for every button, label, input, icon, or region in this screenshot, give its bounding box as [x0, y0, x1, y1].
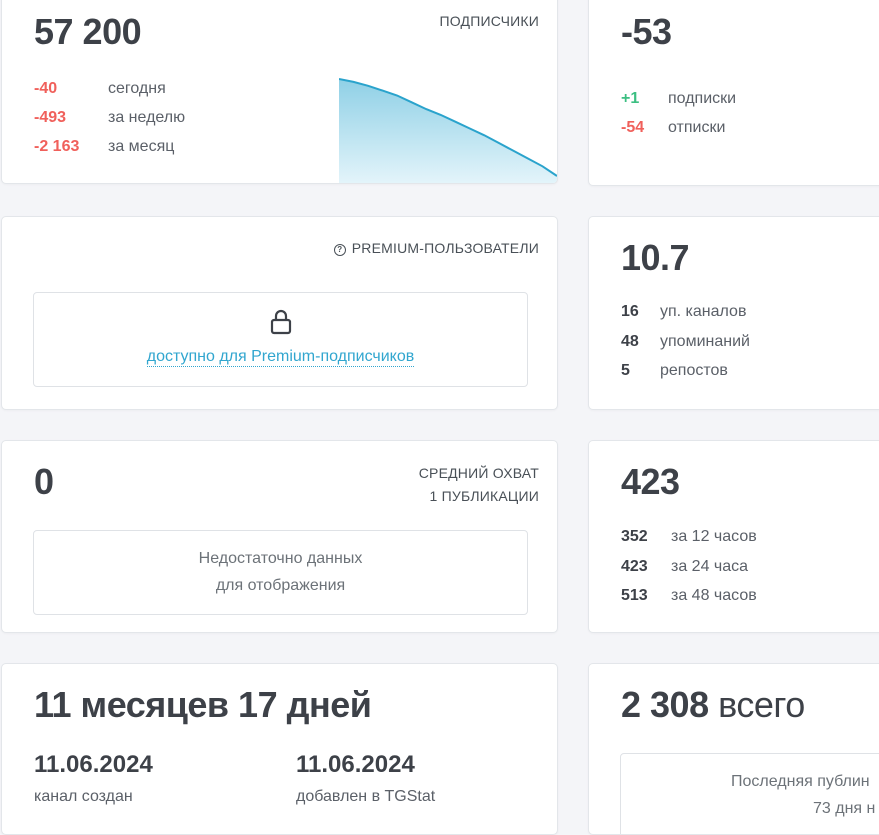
views-period: за 24 часа — [671, 558, 749, 575]
sparkline-area — [339, 79, 557, 183]
premium-label: ? PREMIUM-ПОЛЬЗОВАТЕЛИ — [333, 240, 539, 256]
change-value: -40 — [34, 80, 58, 97]
premium-card: ? PREMIUM-ПОЛЬЗОВАТЕЛИ доступно для Premi… — [1, 216, 558, 410]
average-reach-value: 0 — [34, 461, 54, 502]
post-views-value: 423 — [621, 461, 680, 502]
change-period: сегодня — [108, 80, 166, 97]
change-value: -2 163 — [34, 138, 80, 155]
no-data-line2: для отображения — [215, 577, 346, 594]
citation-row-reposts: 5 репостов — [621, 362, 728, 380]
premium-locked-box: доступно для Premium-подписчиков — [33, 292, 528, 387]
change-period: за месяц — [108, 138, 175, 155]
no-data-line1: Недостаточно данных — [198, 550, 363, 567]
average-reach-card: 0 СРЕДНИЙ ОХВАТ 1 ПУБЛИКАЦИИ Недостаточн… — [1, 440, 558, 633]
citation-index-value: 10.7 — [621, 237, 690, 278]
created-date: 11.06.2024 — [34, 751, 153, 778]
subscriptions-row: +1 подписки — [621, 90, 736, 108]
no-data-box: Недостаточно данных для отображения — [33, 530, 528, 615]
change-period: за неделю — [108, 109, 186, 126]
views-row-48h: 513 за 48 часов — [621, 587, 757, 605]
views-row-12h: 352 за 12 часов — [621, 528, 757, 546]
subscribers-row-today: -40 сегодня — [34, 80, 166, 98]
average-reach-label: СРЕДНИЙ ОХВАТ 1 ПУБЛИКАЦИИ — [419, 462, 539, 508]
subscribers-card: 57 200 ПОДПИСЧИКИ -40 сегодня -493 за неде… — [1, 0, 558, 184]
unsubscriptions-label: отписки — [668, 119, 726, 136]
views-value: 352 — [621, 528, 648, 545]
subscribers-count: 57 200 — [34, 11, 142, 52]
posts-card: 2 308 всего Последняя публин 73 дня н — [588, 663, 879, 835]
channel-age-card: 11 месяцев 17 дней 11.06.2024 канал созд… — [1, 663, 558, 835]
posts-total: 2 308 всего — [621, 684, 805, 726]
subscriber-change-count: -53 — [621, 11, 672, 52]
citation-text: репостов — [660, 362, 728, 379]
citation-row-channels: 16 уп. каналов — [621, 303, 746, 321]
last-post-line1: Последняя публин — [731, 773, 870, 790]
citation-value: 5 — [621, 362, 630, 379]
last-post-box: Последняя публин 73 дня н — [620, 753, 879, 834]
average-reach-label-line1: СРЕДНИЙ ОХВАТ — [418, 465, 539, 481]
views-value: 423 — [621, 558, 648, 575]
views-value: 513 — [621, 587, 648, 604]
created-label: канал создан — [34, 788, 133, 805]
unsubscriptions-value: -54 — [621, 119, 645, 136]
citation-value: 48 — [621, 333, 639, 350]
unsubscriptions-row: -54 отписки — [621, 119, 725, 137]
help-icon[interactable]: ? — [333, 244, 346, 256]
citation-text: упоминаний — [660, 333, 750, 350]
change-value: -493 — [34, 109, 67, 126]
premium-subscription-link[interactable]: доступно для Premium-подписчиков — [146, 348, 415, 367]
posts-suffix: всего — [718, 684, 805, 725]
subscribers-sparkline — [339, 78, 557, 183]
posts-count: 2 308 — [621, 684, 709, 725]
subscriptions-value: +1 — [621, 90, 640, 107]
citation-row-mentions: 48 упоминаний — [621, 333, 750, 351]
premium-label-text: PREMIUM-ПОЛЬЗОВАТЕЛИ — [351, 240, 539, 256]
views-row-24h: 423 за 24 часа — [621, 558, 748, 576]
added-label: добавлен в TGStat — [296, 788, 436, 805]
views-period: за 12 часов — [671, 528, 757, 545]
subscribers-label: ПОДПИСЧИКИ — [439, 13, 539, 29]
lock-icon — [270, 309, 292, 335]
subscribers-row-week: -493 за неделю — [34, 109, 185, 127]
subscriptions-label: подписки — [668, 90, 737, 107]
citation-value: 16 — [621, 303, 639, 320]
added-date: 11.06.2024 — [296, 751, 415, 778]
post-views-card: 423 352 за 12 часов 423 за 24 часа 513 за 4… — [588, 440, 879, 633]
last-post-line2: 73 дня н — [813, 800, 876, 817]
views-period: за 48 часов — [671, 587, 757, 604]
citation-index-card: 10.7 16 уп. каналов 48 упоминаний 5 репосто… — [588, 216, 879, 410]
subscriber-change-card: -53 +1 подписки -54 отписки — [588, 0, 879, 186]
subscribers-row-month: -2 163 за месяц — [34, 138, 174, 156]
citation-text: уп. каналов — [660, 303, 747, 320]
average-reach-label-line2: 1 ПУБЛИКАЦИИ — [429, 488, 539, 504]
channel-age-value: 11 месяцев 17 дней — [34, 684, 372, 725]
